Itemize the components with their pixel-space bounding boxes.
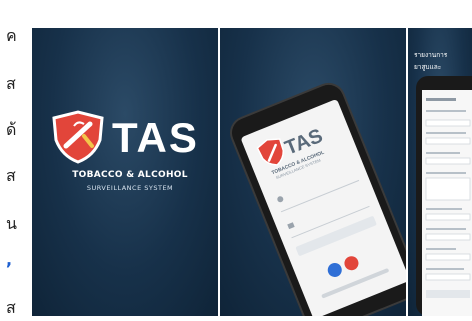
shield-icon: [52, 110, 104, 164]
side-text-char: ด้: [6, 120, 17, 139]
side-text-link-char[interactable]: ,: [6, 250, 12, 269]
phone-form-illustration: [416, 76, 472, 316]
side-text-column: ค ส ด้ ส น , ส: [0, 0, 20, 317]
phone-illustration: TAS TOBACCO & ALCOHOL SURVEILLANCE SYSTE…: [230, 82, 406, 316]
screenshot-carousel[interactable]: TAS TOBACCO & ALCOHOL SURVEILLANCE SYSTE…: [22, 20, 472, 316]
logo-subtitle: TOBACCO & ALCOHOL: [72, 170, 188, 180]
screenshot-2[interactable]: TAS TOBACCO & ALCOHOL SURVEILLANCE SYSTE…: [220, 28, 406, 316]
side-text-char: น: [6, 214, 17, 233]
screenshot-3[interactable]: รายงานการ ยาสูบและ: [408, 28, 472, 316]
logo-text: TAS: [112, 114, 199, 161]
tas-logo: TAS: [52, 110, 199, 164]
side-text-char: ส: [6, 298, 16, 317]
side-text-char: ค: [6, 26, 17, 45]
logo-subtitle-2: SURVEILLANCE SYSTEM: [86, 184, 174, 192]
screenshot-caption-line-2: ยาสูบและ: [414, 63, 442, 71]
screenshot-1[interactable]: TAS TOBACCO & ALCOHOL SURVEILLANCE SYSTE…: [32, 28, 218, 316]
top-bar: [20, 0, 472, 20]
screenshot-caption-line-1: รายงานการ: [414, 51, 448, 59]
side-text-char: ส: [6, 74, 16, 93]
side-text-char: ส: [6, 166, 16, 185]
